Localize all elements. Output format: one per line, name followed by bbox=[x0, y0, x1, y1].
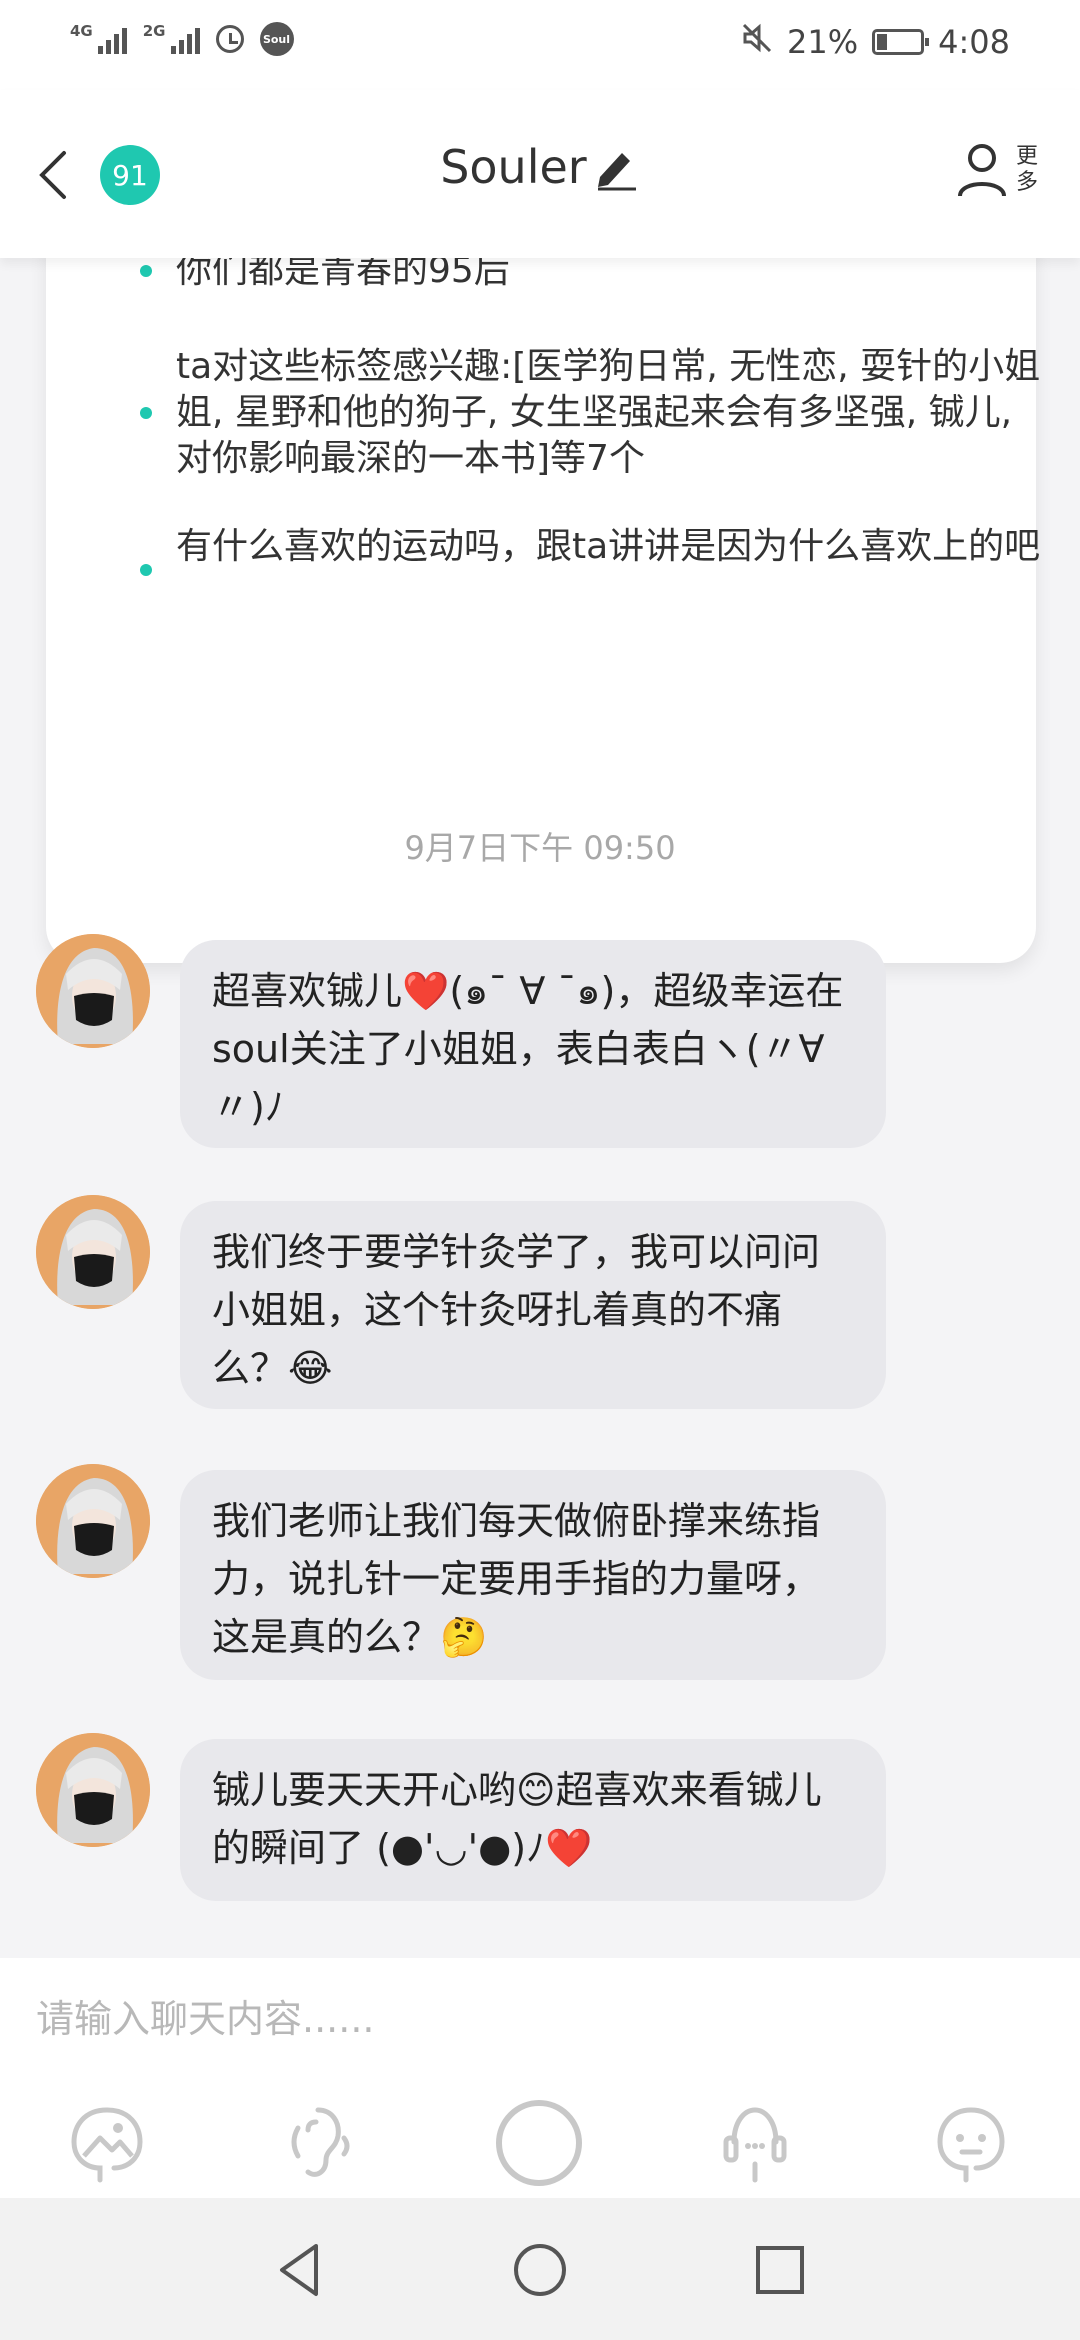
chat-input[interactable] bbox=[34, 1978, 1048, 2060]
edit-icon[interactable] bbox=[592, 143, 640, 191]
message-bubble[interactable]: 超喜欢铖儿❤️(๑¯ ∀ ¯๑)，超级幸运在soul关注了小姐姐，表白表白ヽ(〃… bbox=[180, 940, 886, 1148]
chat-screen: 4G 2G Soul 21% 4:08 91 Souler 更多 你们都是青春的… bbox=[0, 0, 1080, 2340]
more-label: 更多 bbox=[1016, 144, 1039, 195]
image-icon[interactable] bbox=[62, 2098, 152, 2188]
chat-header: 91 Souler 更多 bbox=[0, 90, 1080, 258]
soul-app-icon: Soul bbox=[259, 22, 294, 56]
battery-icon bbox=[872, 29, 930, 55]
page-title: Souler bbox=[440, 140, 587, 194]
composer bbox=[0, 1958, 1080, 2198]
tip-text: 有什么喜欢的运动吗，跟ta讲讲是因为什么喜欢上的吧 bbox=[176, 526, 1041, 567]
alarm-icon bbox=[215, 25, 244, 53]
avatar[interactable] bbox=[36, 1195, 150, 1309]
message-timestamp: 9月7日下午 09:50 bbox=[404, 829, 676, 867]
message-bubble[interactable]: 铖儿要天天开心哟😊超喜欢来看铖儿的瞬间了 (●'◡'●)ﾉ❤️ bbox=[180, 1739, 886, 1901]
avatar[interactable] bbox=[36, 934, 150, 1048]
tip-text: 你们都是青春的95后 bbox=[176, 258, 510, 291]
composer-toolbar bbox=[0, 2098, 1080, 2198]
more-button[interactable]: 更多 bbox=[956, 140, 1040, 200]
status-bar: 4G 2G Soul 21% 4:08 bbox=[0, 0, 1080, 90]
voice-call-icon[interactable] bbox=[710, 2098, 800, 2188]
bullet-icon bbox=[140, 265, 152, 277]
record-icon[interactable] bbox=[494, 2098, 584, 2188]
message-bubble[interactable]: 我们老师让我们每天做俯卧撑来练指力，说扎针一定要用手指的力量呀，这是真的么？🤔 bbox=[180, 1470, 886, 1680]
home-circle-icon[interactable] bbox=[508, 2238, 572, 2302]
signal-label: 4G bbox=[70, 22, 93, 40]
signal-label: 2G bbox=[142, 22, 166, 40]
bullet-icon bbox=[140, 564, 152, 576]
clock: 4:08 bbox=[938, 23, 1010, 61]
back-triangle-icon[interactable] bbox=[268, 2238, 332, 2302]
tip-item: ta对这些标签感兴趣:[医学狗日常, 无性恋, 耍针的小姐姐, 星野和他的狗子,… bbox=[140, 344, 1056, 482]
tip-text: ta对这些标签感兴趣:[医学狗日常, 无性恋, 耍针的小姐姐, 星野和他的狗子,… bbox=[176, 346, 1041, 479]
chat-messages[interactable]: 你们都是青春的95后 ta对这些标签感兴趣:[医学狗日常, 无性恋, 耍针的小姐… bbox=[0, 258, 1080, 1958]
tip-item: 你们都是青春的95后 bbox=[140, 258, 1056, 294]
status-right: 21% 4:08 bbox=[741, 22, 1010, 62]
mute-icon bbox=[741, 22, 773, 62]
system-nav-bar bbox=[0, 2198, 1080, 2340]
avatar[interactable] bbox=[36, 1733, 150, 1847]
signal-icon: 2G bbox=[143, 24, 200, 54]
user-icon bbox=[958, 144, 1006, 197]
bullet-icon bbox=[140, 407, 152, 419]
emoji-icon[interactable] bbox=[926, 2098, 1016, 2188]
battery-percent: 21% bbox=[787, 23, 859, 61]
voice-icon[interactable] bbox=[278, 2098, 368, 2188]
signal-icon: 4G bbox=[70, 24, 127, 54]
avatar[interactable] bbox=[36, 1464, 150, 1578]
title-wrap: Souler bbox=[0, 140, 1080, 194]
message-bubble[interactable]: 我们终于要学针灸学了，我可以问问小姐姐，这个针灸呀扎着真的不痛么？😂 bbox=[180, 1201, 886, 1409]
status-left: 4G 2G Soul bbox=[70, 22, 294, 56]
recents-square-icon[interactable] bbox=[748, 2238, 812, 2302]
tip-item: 有什么喜欢的运动吗，跟ta讲讲是因为什么喜欢上的吧 bbox=[140, 524, 1056, 576]
